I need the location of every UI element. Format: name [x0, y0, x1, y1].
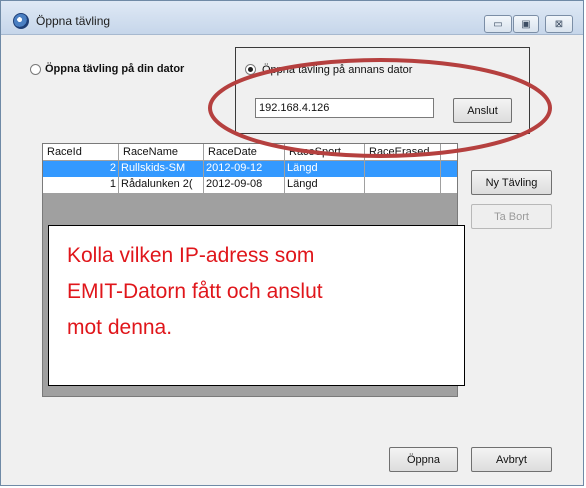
new-race-button[interactable]: Ny Tävling: [471, 170, 552, 195]
remote-computer-radio[interactable]: [245, 64, 256, 75]
racesport-cell: Längd: [285, 177, 365, 193]
window-title: Öppna tävling: [36, 14, 111, 28]
raceerased-cell: [365, 161, 441, 177]
close-icon: ⊠: [554, 18, 564, 30]
racename-cell: Rådalunken 2(: [119, 177, 204, 193]
title-bar[interactable]: Öppna tävling ▭ ▣ ⊠: [1, 1, 583, 35]
delete-race-button[interactable]: Ta Bort: [471, 204, 552, 229]
column-header-racesport[interactable]: RaceSport: [285, 144, 365, 160]
local-computer-label[interactable]: Öppna tävling på din dator: [45, 63, 184, 75]
local-computer-radio[interactable]: [30, 64, 41, 75]
open-button[interactable]: Öppna: [389, 447, 458, 472]
racedate-cell: 2012-09-08: [204, 177, 285, 193]
annotation-line: EMIT-Datorn fått och anslut: [67, 280, 323, 303]
table-row[interactable]: 1 Rådalunken 2( 2012-09-08 Längd: [43, 177, 457, 193]
app-icon: [13, 13, 29, 29]
close-button[interactable]: ⊠: [545, 15, 573, 33]
table-row[interactable]: 2 Rullskids-SM 2012-09-12 Längd: [43, 161, 457, 177]
annotation-callout: Kolla vilken IP-adress som EMIT-Datorn f…: [48, 225, 465, 386]
column-header-raceerased[interactable]: RaceErased: [365, 144, 441, 160]
annotation-text: Kolla vilken IP-adress som EMIT-Datorn f…: [67, 238, 457, 346]
column-header-racedate[interactable]: RaceDate: [204, 144, 285, 160]
maximize-button[interactable]: ▣: [513, 15, 539, 33]
annotation-line: Kolla vilken IP-adress som: [67, 244, 315, 267]
minimize-button[interactable]: ▭: [484, 15, 512, 33]
annotation-line: mot denna.: [67, 316, 173, 339]
ip-address-input[interactable]: [255, 98, 434, 118]
raceerased-cell: [365, 177, 441, 193]
raceid-cell: 1: [43, 177, 119, 193]
racesport-cell: Längd: [285, 161, 365, 177]
table-header: RaceId RaceName RaceDate RaceSport RaceE…: [43, 144, 457, 161]
minimize-icon: ▭: [493, 18, 503, 30]
cancel-button[interactable]: Avbryt: [471, 447, 552, 472]
racename-cell: Rullskids-SM: [119, 161, 204, 177]
maximize-icon: ▣: [521, 18, 531, 30]
remote-computer-label[interactable]: Öppna tävling på annans dator: [262, 64, 412, 76]
column-header-racename[interactable]: RaceName: [119, 144, 204, 160]
racedate-cell: 2012-09-12: [204, 161, 285, 177]
connect-button[interactable]: Anslut: [453, 98, 512, 123]
raceid-cell: 2: [43, 161, 119, 177]
column-header-raceid[interactable]: RaceId: [43, 144, 119, 160]
